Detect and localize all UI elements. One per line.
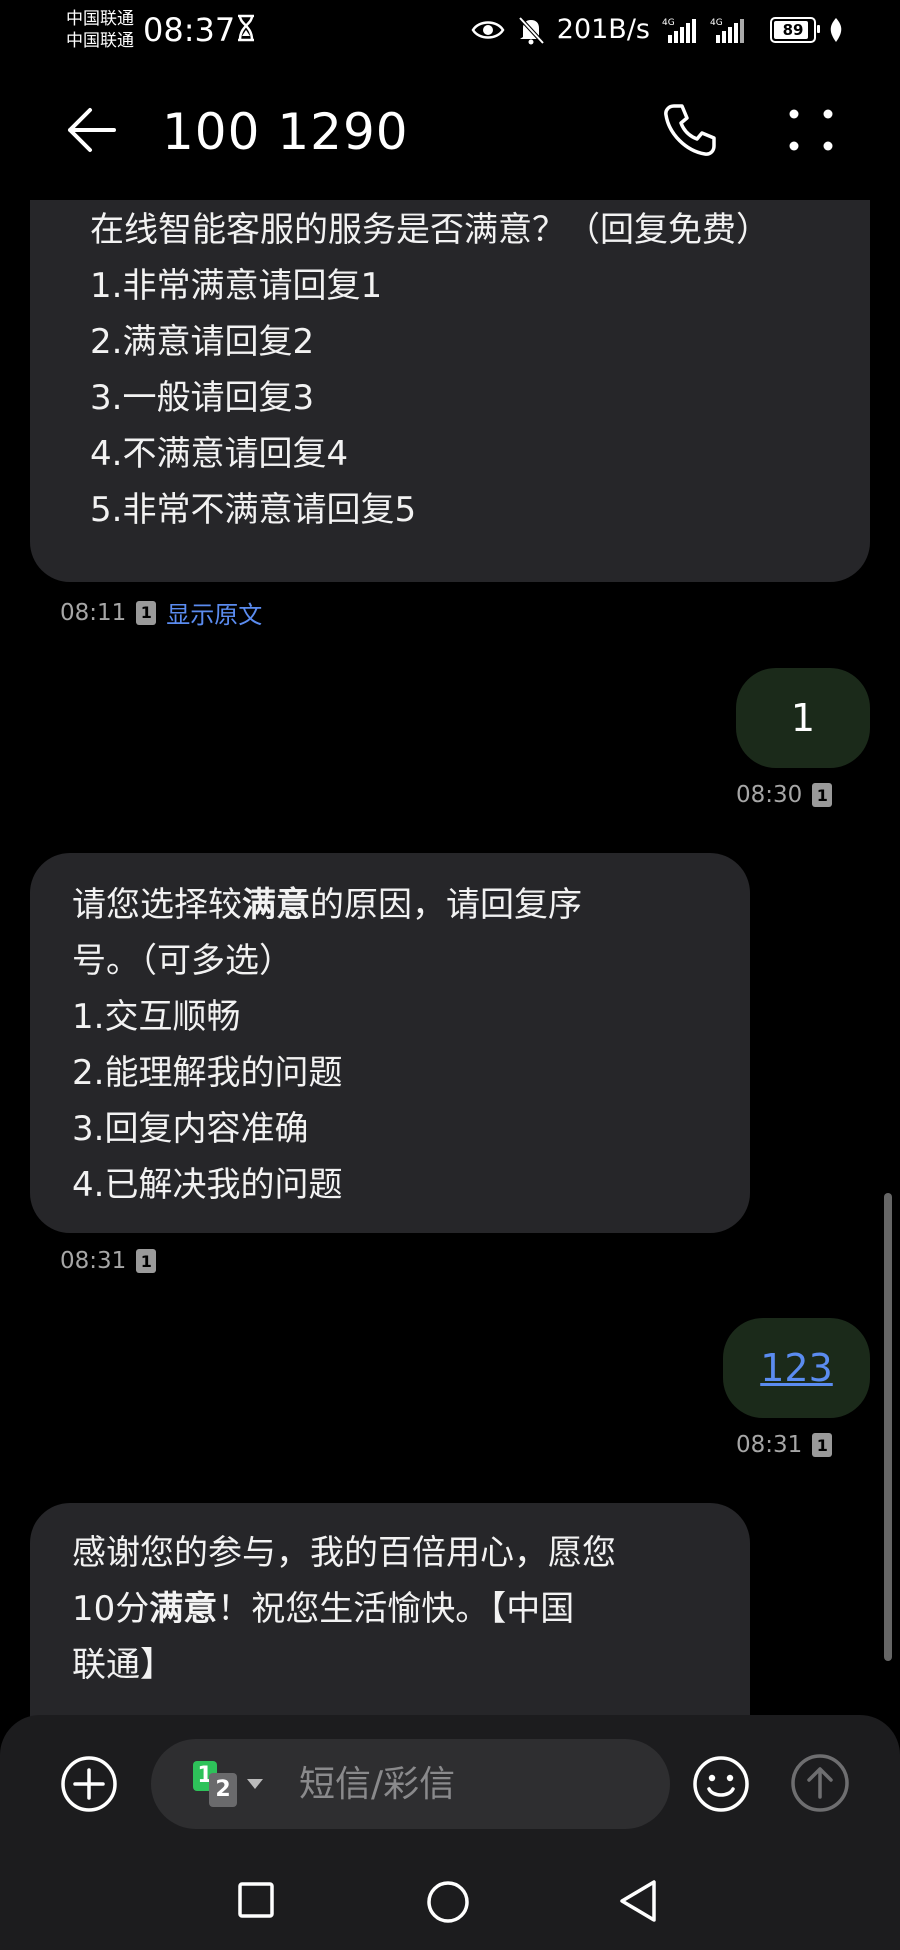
sim-badge-icon: 1: [136, 600, 157, 625]
message-text: 1: [790, 696, 816, 740]
bold-text: 满意: [242, 885, 310, 925]
message-composer: 1 2: [0, 1715, 900, 1850]
show-original-link[interactable]: 显示原文: [166, 595, 262, 630]
message-line: 1.交互顺畅: [72, 997, 241, 1037]
chevron-down-icon: [247, 1779, 263, 1789]
phone-icon[interactable]: [660, 100, 720, 160]
carrier-names: 中国联通 中国联通: [66, 8, 134, 52]
message-text: 感谢您的参与，我的百倍用心，愿您 10分满意！祝您生活愉快。【中国 联通】: [72, 1525, 750, 1693]
battery-icon: 89: [770, 17, 820, 43]
send-arrow-up-icon[interactable]: [790, 1753, 850, 1813]
message-line: 1.非常满意请回复1: [90, 266, 383, 306]
message-line: 在线智能客服的服务是否满意？（回复免费）: [90, 210, 770, 250]
message-line: 感谢您的参与，我的百倍用心，愿您: [72, 1533, 616, 1573]
message-text: 在线智能客服的服务是否满意？（回复免费） 1.非常满意请回复1 2.满意请回复2…: [90, 202, 870, 538]
message-line: 3.回复内容准确: [72, 1109, 309, 1149]
status-right: 201B/s 4G 4G 89: [471, 12, 844, 48]
message-bubble-outgoing[interactable]: 1: [736, 668, 870, 768]
message-line: 3.一般请回复3: [90, 378, 315, 418]
sim-badge-icon: 1: [812, 783, 833, 807]
message-link-text[interactable]: 123: [723, 1318, 870, 1418]
network-speed: 201B/s: [556, 14, 650, 45]
message-line: 号。（可多选）: [72, 941, 293, 981]
message-line: 4.已解决我的问题: [72, 1165, 343, 1205]
message-meta: 08:30 1: [736, 782, 833, 808]
leaf-icon: [830, 18, 842, 42]
square-icon[interactable]: [238, 1882, 274, 1918]
message-line: 2.能理解我的问题: [72, 1053, 343, 1093]
message-time: 08:31: [736, 1432, 803, 1458]
message-bubble-incoming[interactable]: 在线智能客服的服务是否满意？（回复免费） 1.非常满意请回复1 2.满意请回复2…: [30, 150, 870, 582]
eye-icon: [471, 21, 505, 39]
bold-text: 满意: [149, 1589, 218, 1629]
message-meta: 08:11 1 显示原文: [60, 595, 262, 630]
sim-badge-icon: 1: [812, 1433, 833, 1457]
more-vertical-icon[interactable]: [784, 100, 838, 160]
message-time: 08:11: [60, 599, 127, 626]
message-meta: 08:31 1: [60, 1248, 157, 1274]
signal-icon: 4G 4G: [662, 18, 744, 43]
message-line: 5.非常不满意请回复5: [90, 490, 417, 530]
sim-switch-button[interactable]: 1 2: [193, 1761, 263, 1811]
message-time: 08:31: [60, 1248, 127, 1274]
message-input[interactable]: [299, 1761, 639, 1807]
hourglass-icon: [238, 14, 254, 42]
plus-circle-icon[interactable]: [60, 1755, 118, 1813]
scrollbar-thumb[interactable]: [884, 1193, 892, 1661]
message-line: 联通】: [72, 1645, 174, 1685]
smiley-icon[interactable]: [692, 1755, 750, 1813]
message-line: 10分满意！祝您生活愉快。【中国: [72, 1581, 750, 1637]
contact-title: 100 1290: [162, 103, 409, 161]
message-line: 请您选择较满意的原因，请回复序: [72, 877, 750, 933]
sim-badge-icon: 1: [136, 1249, 157, 1273]
network-1-label: 4G: [662, 18, 675, 28]
text-segment: ！祝您生活愉快。【中国: [217, 1589, 575, 1629]
triangle-back-icon[interactable]: [616, 1878, 660, 1924]
battery-level: 89: [782, 21, 804, 39]
arrow-left-icon[interactable]: [60, 100, 120, 160]
message-bubble-incoming[interactable]: 请您选择较满意的原因，请回复序 号。（可多选） 1.交互顺畅 2.能理解我的问题…: [30, 853, 750, 1233]
sim-2-badge: 2: [209, 1773, 237, 1807]
message-meta: 08:31 1: [736, 1432, 833, 1458]
message-time: 08:30: [736, 782, 803, 808]
status-bar: 中国联通 中国联通 08:37 201B/s 4G 4G 89: [0, 0, 900, 62]
conversation-header: 100 1290: [0, 62, 900, 200]
network-2-label: 4G: [710, 18, 723, 28]
system-nav-bar: [0, 1850, 900, 1950]
status-time: 08:37: [143, 11, 236, 49]
text-segment: 10分: [72, 1589, 150, 1629]
circle-icon[interactable]: [426, 1880, 470, 1924]
message-line: 4.不满意请回复4: [90, 434, 349, 474]
message-bubble-outgoing[interactable]: 123: [723, 1318, 870, 1418]
text-segment: 请您选择较: [72, 885, 242, 925]
carrier-1: 中国联通: [66, 9, 134, 29]
carrier-2: 中国联通: [66, 31, 134, 51]
message-text: 请您选择较满意的原因，请回复序 号。（可多选） 1.交互顺畅 2.能理解我的问题…: [72, 877, 750, 1213]
text-segment: 的原因，请回复序: [310, 885, 582, 925]
message-line: 2.满意请回复2: [90, 322, 315, 362]
message-input-container[interactable]: 1 2: [151, 1739, 670, 1829]
bell-muted-icon: [518, 16, 545, 45]
